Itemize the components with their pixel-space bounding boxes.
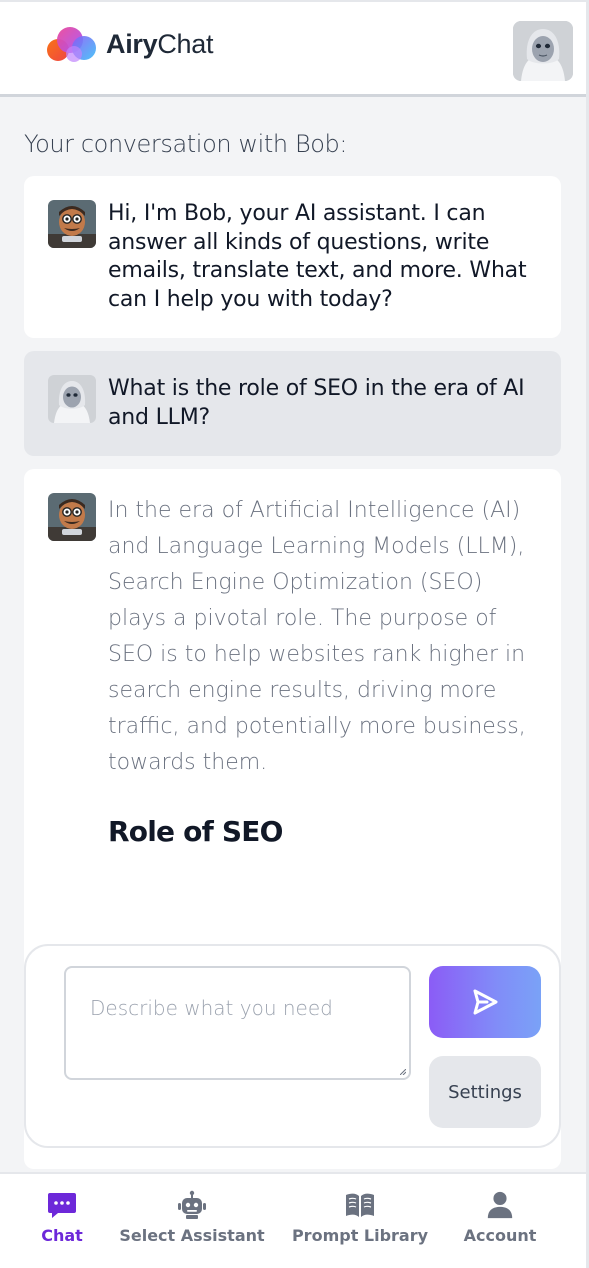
app-name: AiryChat — [106, 28, 214, 59]
user-avatar[interactable] — [513, 21, 573, 81]
prompt-input[interactable] — [66, 968, 409, 1078]
app-logo[interactable]: AiryChat — [44, 24, 213, 64]
message-composer: Settings — [24, 944, 561, 1148]
nav-label: Account — [463, 1226, 537, 1245]
resize-grip-icon[interactable] — [400, 1069, 406, 1075]
conversation-title: Your conversation with Bob: — [24, 130, 348, 158]
nav-label: Prompt Library — [291, 1226, 429, 1245]
nav-item-chat[interactable]: Chat — [22, 1174, 102, 1268]
user-icon — [483, 1188, 517, 1222]
bob-avatar-icon — [48, 200, 96, 248]
nav-item-account[interactable]: Account — [450, 1174, 550, 1268]
nav-item-select-assistant[interactable]: Select Assistant — [119, 1174, 265, 1268]
robot-icon — [175, 1188, 209, 1222]
prompt-input-wrapper — [64, 966, 411, 1080]
bob-avatar-icon — [48, 493, 96, 541]
nav-label: Chat — [41, 1226, 83, 1245]
user-message: What is the role of SEO in the era of AI… — [24, 351, 561, 456]
message-text: In the era of Artificial Intelligence (A… — [108, 498, 526, 775]
assistant-message: Hi, I'm Bob, your AI assistant. I can an… — [24, 176, 561, 338]
hooded-figure-avatar-icon — [48, 375, 96, 423]
user-message-avatar — [48, 375, 96, 423]
settings-button[interactable]: Settings — [429, 1056, 541, 1128]
book-icon — [343, 1188, 377, 1222]
send-button[interactable] — [429, 966, 541, 1038]
message-text: What is the role of SEO in the era of AI… — [108, 376, 525, 430]
bottom-nav: Chat Select Assistant Prompt Library Acc… — [0, 1172, 586, 1268]
nav-label: Select Assistant — [119, 1226, 265, 1245]
bob-avatar — [48, 200, 96, 248]
message-heading: Role of SEO — [108, 815, 283, 848]
message-text: Hi, I'm Bob, your AI assistant. I can an… — [108, 201, 527, 312]
chat-bubble-icon — [45, 1188, 79, 1222]
send-icon — [473, 989, 498, 1015]
logo-mark-icon — [47, 27, 96, 62]
top-header: AiryChat — [0, 0, 586, 97]
hooded-figure-avatar-icon — [513, 21, 573, 81]
bob-avatar — [48, 493, 96, 541]
app-frame: AiryChat Your conversation with Bob: Hi,… — [0, 0, 586, 1268]
nav-item-prompt-library[interactable]: Prompt Library — [290, 1174, 430, 1268]
